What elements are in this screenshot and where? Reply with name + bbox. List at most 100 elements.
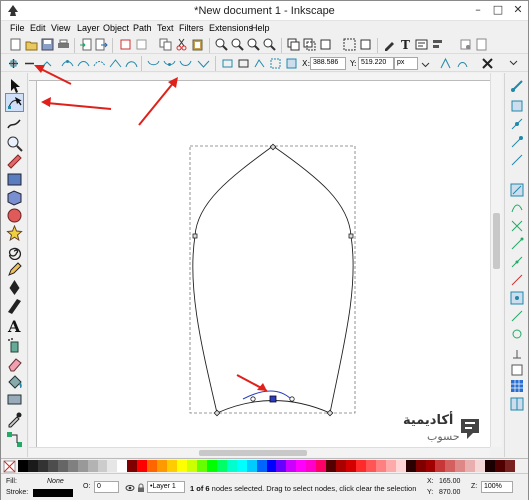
menu-view[interactable]: View — [51, 23, 70, 33]
next-path-effect-icon[interactable] — [253, 57, 266, 70]
palette-swatch[interactable] — [276, 460, 287, 472]
palette-swatch[interactable] — [425, 460, 436, 472]
palette-swatch[interactable] — [117, 460, 128, 472]
handle-left[interactable] — [250, 396, 256, 402]
x-coordinate-input[interactable]: 388.586 — [310, 57, 346, 70]
spiral-tool-icon[interactable] — [6, 243, 23, 260]
palette-swatch[interactable] — [186, 460, 197, 472]
palette-swatch[interactable] — [256, 460, 267, 472]
unit-select[interactable]: px — [394, 57, 418, 70]
menu-filters[interactable]: Filters — [179, 23, 204, 33]
palette-swatch[interactable] — [206, 460, 217, 472]
palette-swatch[interactable] — [365, 460, 376, 472]
gradient-tool-icon[interactable] — [6, 391, 23, 408]
redo-icon[interactable] — [135, 38, 148, 51]
close-button[interactable]: ✕ — [511, 3, 525, 17]
3d-box-tool-icon[interactable] — [6, 189, 23, 206]
palette-swatch[interactable] — [326, 460, 337, 472]
calligraphy-tool-icon[interactable] — [6, 297, 23, 314]
snap-midpoints-icon[interactable] — [510, 273, 524, 287]
undo-icon[interactable] — [119, 38, 132, 51]
palette-swatch[interactable] — [147, 460, 158, 472]
preferences-icon[interactable] — [459, 38, 472, 51]
show-handles-icon[interactable] — [439, 57, 452, 70]
palette-swatch[interactable] — [316, 460, 327, 472]
palette-swatch[interactable] — [236, 460, 247, 472]
object-to-path-icon[interactable] — [221, 57, 234, 70]
show-outline-icon[interactable] — [456, 57, 469, 70]
palette-swatch[interactable] — [216, 460, 227, 472]
align-distribute-icon[interactable] — [431, 38, 444, 51]
menu-extensions[interactable]: Extensions — [209, 23, 253, 33]
palette-swatch[interactable] — [37, 460, 48, 472]
palette-swatch[interactable] — [87, 460, 98, 472]
node-selected[interactable] — [269, 395, 277, 403]
palette-swatch[interactable] — [77, 460, 88, 472]
copy-icon[interactable] — [159, 38, 172, 51]
palette-swatch[interactable] — [157, 460, 168, 472]
snap-page-border-icon[interactable] — [510, 363, 524, 377]
snap-bbox-midpoint-icon[interactable] — [510, 153, 524, 167]
eraser-tool-icon[interactable] — [6, 355, 23, 372]
text-font-icon[interactable]: T — [399, 38, 412, 51]
palette-swatch[interactable] — [286, 460, 297, 472]
palette-swatch[interactable] — [137, 460, 148, 472]
zoom-input[interactable]: 100% — [481, 481, 513, 493]
snap-bbox-corner-icon[interactable] — [510, 135, 524, 149]
maximize-button[interactable]: □ — [491, 3, 505, 17]
palette-swatch[interactable] — [296, 460, 307, 472]
fill-value[interactable]: None — [47, 478, 64, 485]
connector-tool-icon[interactable] — [6, 431, 23, 448]
palette-swatch[interactable] — [336, 460, 347, 472]
palette-swatch[interactable] — [266, 460, 277, 472]
snap-bbox-icon[interactable] — [510, 99, 524, 113]
palette-swatch[interactable] — [355, 460, 366, 472]
stroke-swatch[interactable] — [33, 489, 73, 497]
vertical-scroll-thumb[interactable] — [493, 213, 500, 269]
import-icon[interactable] — [79, 38, 92, 51]
menu-file[interactable]: File — [10, 23, 25, 33]
ungroup-icon[interactable] — [359, 38, 372, 51]
palette-swatch[interactable] — [505, 460, 516, 472]
palette-swatch[interactable] — [375, 460, 386, 472]
palette-swatch[interactable] — [177, 460, 188, 472]
ellipse-tool-icon[interactable] — [6, 207, 23, 224]
palette-swatch[interactable] — [475, 460, 486, 472]
measure-tool-icon[interactable] — [6, 153, 23, 170]
dropper-tool-icon[interactable] — [6, 411, 23, 428]
palette-swatch[interactable] — [107, 460, 118, 472]
cut-icon[interactable] — [175, 38, 188, 51]
unlink-clone-icon[interactable] — [319, 38, 332, 51]
palette-swatch[interactable] — [57, 460, 68, 472]
snap-intersection-icon[interactable] — [510, 219, 524, 233]
chevron-down-icon[interactable] — [419, 58, 432, 71]
menu-text[interactable]: Text — [157, 23, 174, 33]
palette-swatch[interactable] — [67, 460, 78, 472]
palette-swatch[interactable] — [47, 460, 58, 472]
handle-right[interactable] — [289, 396, 295, 402]
palette-swatch[interactable] — [405, 460, 416, 472]
snap-nodes-icon[interactable] — [510, 183, 524, 197]
palette-swatch[interactable] — [435, 460, 446, 472]
layer-select[interactable]: •Layer 1 — [147, 481, 185, 493]
export-icon[interactable] — [95, 38, 108, 51]
palette-swatch[interactable] — [18, 460, 28, 472]
spray-tool-icon[interactable] — [6, 337, 23, 354]
pencil-tool-icon[interactable] — [6, 261, 23, 278]
clippath-edit-icon[interactable] — [269, 57, 282, 70]
vertical-scrollbar[interactable] — [490, 73, 502, 447]
group-icon[interactable] — [343, 38, 356, 51]
star-tool-icon[interactable] — [6, 225, 23, 242]
menu-path[interactable]: Path — [133, 23, 152, 33]
stroke-to-path-icon[interactable] — [237, 57, 250, 70]
palette-swatch[interactable] — [415, 460, 426, 472]
print-icon[interactable] — [57, 38, 70, 51]
new-document-icon[interactable] — [9, 38, 22, 51]
snap-center-icon[interactable] — [510, 309, 524, 323]
snap-rotation-center-icon[interactable] — [510, 327, 524, 341]
mask-edit-icon[interactable] — [285, 57, 298, 70]
eye-icon[interactable] — [125, 483, 135, 493]
snap-grid-icon[interactable] — [510, 379, 524, 393]
horizontal-scroll-thumb[interactable] — [199, 450, 307, 456]
palette-swatch[interactable] — [97, 460, 108, 472]
